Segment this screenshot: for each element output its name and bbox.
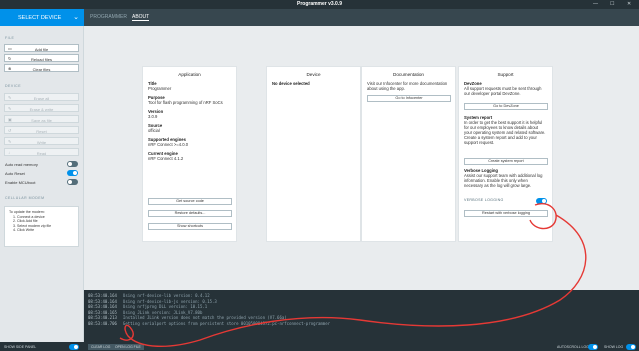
device-section-title: DEVICE [5,84,22,88]
show-side-panel-toggle[interactable] [69,343,79,350]
write-button[interactable]: ✎ Write [4,137,79,145]
about-view: Application Title Programmer Purpose Tool … [84,26,639,290]
support-card: Support DevZone All support requests mus… [458,66,553,242]
application-card: Application Title Programmer Purpose Tool … [142,66,237,242]
reload-files-button[interactable]: ↻ Reload files [4,54,79,62]
verbose-logging-toggle[interactable] [536,198,547,204]
show-log-toggle[interactable] [626,343,636,350]
auto-reset-toggle[interactable] [67,170,78,176]
status-bar: SHOW SIDE PANEL CLEAR LOG OPEN LOG FILE … [0,342,639,351]
restore-defaults-button[interactable]: Restore defaults... [148,210,232,217]
open-log-file-button[interactable]: OPEN LOG FILE [112,343,144,350]
modem-instructions: To update the modem: Connect a device Cl… [4,206,79,247]
go-to-devzone-button[interactable]: Go to DevZone [464,103,548,110]
tab-about[interactable]: ABOUT [132,14,150,21]
minimize-icon[interactable]: — [593,1,598,7]
cellular-modem-section-title: CELLULAR MODEM [5,196,45,200]
erase-write-button[interactable]: ✎ Erase & write [4,104,79,112]
chevron-down-icon: ⌄ [73,14,79,21]
enable-mcuboot-toggle-row[interactable]: Enable MCUboot [5,179,78,186]
reset-button[interactable]: ↺ Reset [4,126,79,134]
verbose-logging-toggle-row[interactable]: VERBOSE LOGGING [464,198,547,206]
autoscroll-log-toggle[interactable] [588,343,598,350]
save-as-file-button[interactable]: ▣ Save as file [4,115,79,123]
window-title: Programmer v3.0.9 [296,1,343,7]
auto-read-memory-toggle-row[interactable]: Auto read memory [5,161,78,168]
maximize-icon[interactable]: ☐ [610,1,614,7]
auto-reset-toggle-row[interactable]: Auto Reset [5,170,78,177]
select-device-label: SELECT DEVICE [18,14,62,21]
window-titlebar: Programmer v3.0.9 — ☐ ✕ [0,0,639,9]
autoscroll-log-label: AUTOSCROLL LOG [557,344,589,349]
modem-step: Click Write [17,228,74,233]
application-card-title: Application [178,72,201,77]
add-file-button[interactable]: ▭ Add file [4,44,79,52]
select-device-button[interactable]: SELECT DEVICE ⌄ [0,9,84,26]
device-card: Device No device selected [266,66,361,242]
support-card-title: Support [497,72,514,77]
clear-log-button[interactable]: CLEAR LOG [88,343,114,350]
get-source-code-button[interactable]: Get source code [148,198,232,205]
auto-read-memory-toggle[interactable] [67,161,78,167]
read-button[interactable]: ↓ Read [4,148,79,156]
app-topbar: SELECT DEVICE ⌄ PROGRAMMER ABOUT [0,9,639,26]
file-section-title: FILE [5,36,15,40]
documentation-card-title: Documentation [393,72,424,77]
create-system-report-button[interactable]: Create system report [464,158,548,165]
show-shortcuts-button[interactable]: Show shortcuts [148,223,232,230]
erase-all-button[interactable]: ✎ Erase all [4,93,79,101]
show-side-panel-label: SHOW SIDE PANEL [4,344,37,349]
restart-verbose-button[interactable]: Restart with verbose logging [464,210,548,217]
log-entry: 08:53:40.706 Getting serialport options f… [88,320,331,326]
sidebar: FILE ▭ Add file ↻ Reload files ⊗ Clear file… [0,26,84,342]
log-panel[interactable]: 08:53:40.164 Using nrf-device-lib version… [84,290,639,342]
tab-programmer[interactable]: PROGRAMMER [90,14,127,20]
show-log-label: SHOW LOG [604,344,624,349]
enable-mcuboot-toggle[interactable] [67,179,78,185]
clear-files-button[interactable]: ⊗ Clear files [4,64,79,72]
go-to-infocenter-button[interactable]: Go to Infocenter [367,95,451,102]
device-card-title: Device [306,72,321,77]
documentation-card: Documentation Visit our Infocenter for m… [361,66,456,242]
device-status: No device selected [272,81,310,86]
close-icon[interactable]: ✕ [627,1,631,7]
